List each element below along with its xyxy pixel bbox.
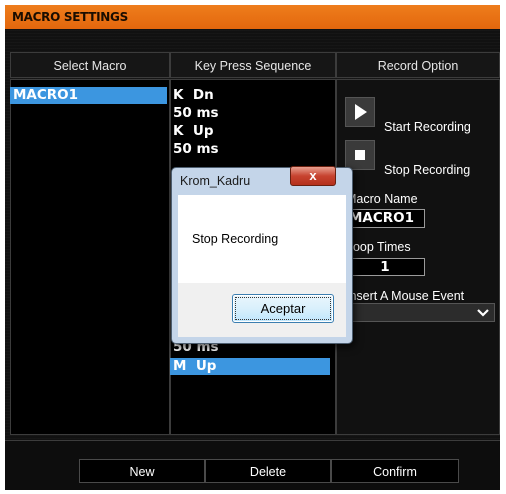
mouse-event-label: Insert A Mouse Event (346, 289, 465, 303)
macro-name-field[interactable]: MACRO1 (345, 209, 425, 228)
close-icon: x (309, 168, 317, 183)
sequence-item[interactable]: 50 ms (170, 141, 330, 158)
record-option-header: Record Option (336, 52, 500, 78)
start-recording-label: Start Recording (384, 120, 471, 134)
window-title: MACRO SETTINGS (12, 10, 128, 24)
confirm-button[interactable]: Confirm (331, 459, 459, 483)
sequence-item[interactable]: K Up (170, 123, 330, 140)
loop-times-label: Loop Times (346, 240, 411, 254)
stop-icon (355, 150, 365, 160)
dialog-title: Krom_Kadru (180, 174, 251, 188)
stop-recording-label: Stop Recording (384, 163, 471, 177)
dialog-close-button[interactable]: x (290, 166, 336, 186)
dialog-message: Stop Recording (192, 232, 279, 246)
select-macro-header: Select Macro (10, 52, 170, 78)
chevron-down-icon (477, 309, 489, 317)
macro-name-label: Macro Name (346, 192, 418, 206)
macro-list-panel[interactable] (10, 79, 170, 435)
sequence-item-selected[interactable]: M Up (170, 358, 330, 375)
start-recording-button[interactable] (345, 97, 375, 127)
new-button[interactable]: New (79, 459, 205, 483)
title-bar: MACRO SETTINGS (5, 5, 500, 29)
key-press-sequence-header: Key Press Sequence (170, 52, 336, 78)
sequence-item[interactable]: 50 ms (170, 105, 330, 122)
delete-button[interactable]: Delete (205, 459, 331, 483)
macro-list-item[interactable]: MACRO1 (10, 87, 167, 104)
dialog-ok-button[interactable]: Aceptar (232, 294, 334, 323)
stop-recording-button[interactable] (345, 140, 375, 170)
play-icon (355, 104, 367, 120)
sequence-item[interactable]: K Dn (170, 87, 330, 104)
mouse-event-select[interactable] (345, 303, 495, 322)
loop-times-field[interactable]: 1 (345, 258, 425, 276)
